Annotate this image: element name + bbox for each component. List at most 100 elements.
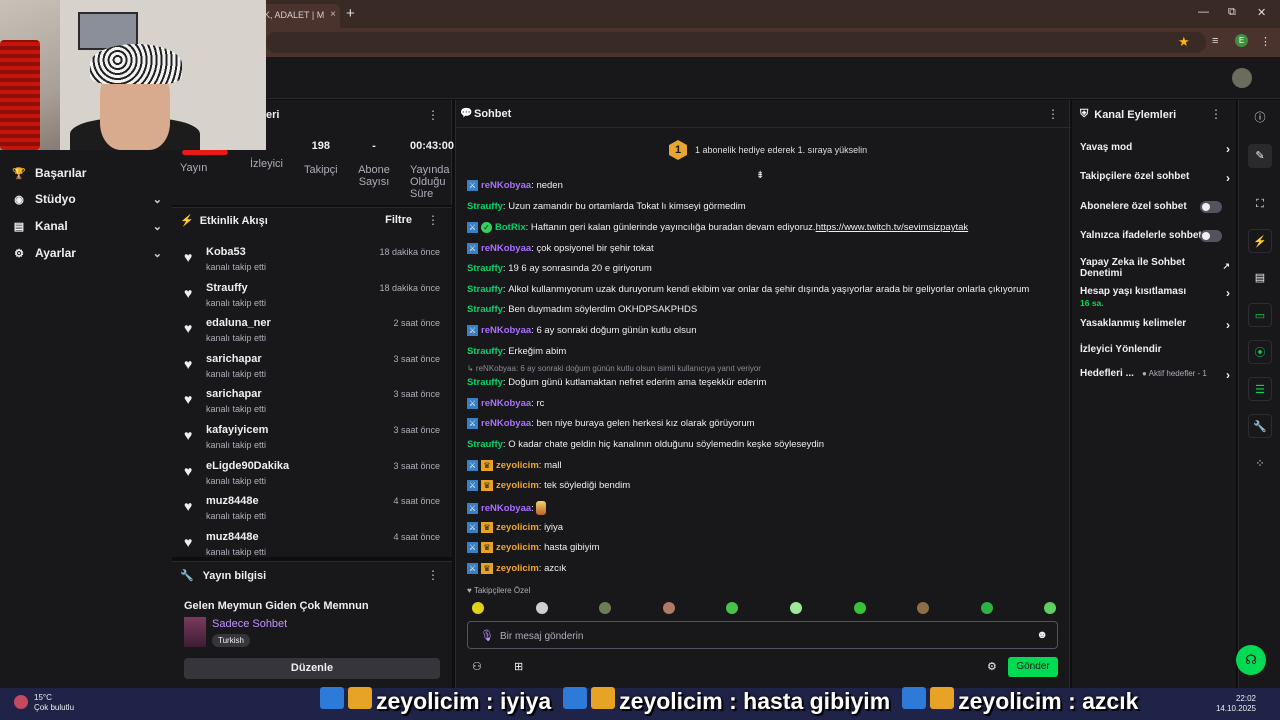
activity-menu-icon[interactable]: ⋮ [427,213,439,227]
chat-message[interactable]: ⚔ reNKobyaa: çok opsiyonel bir şehir toka… [467,243,654,254]
chat-icon[interactable]: ▭ [1248,303,1272,327]
moderator-badge-icon[interactable]: ⚔ [467,563,478,574]
chat-message[interactable]: ⚔ ✓ BotRix: Haftanın geri kalan günlerinde… [467,222,968,233]
chat-username[interactable]: Strauffy [467,346,503,357]
activity-item[interactable]: ♥ sarichapar kanalı takip etti 3 saat önce [172,384,452,420]
channel-action-item[interactable]: Abonelere özel sohbet [1080,201,1230,213]
chat-username[interactable]: reNKobyaa [481,180,531,191]
chat-username[interactable]: Strauffy [467,284,503,295]
channel-actions-menu-icon[interactable]: ⋮ [1210,107,1222,121]
close-window-button[interactable]: ✕ [1257,6,1266,19]
chat-message[interactable]: Strauffy: Erkeğim abim [467,346,566,357]
browser-menu-icon[interactable]: ⋮ [1260,35,1271,48]
chat-message[interactable]: ⚔ ♛ zeyolicim: azcık [467,563,566,574]
nav-achievements[interactable]: 🏆 Başarılar [12,160,162,186]
channel-action-item[interactable]: Yapay Zeka ile Sohbet Denetimi ↗ [1080,257,1230,279]
activity-item[interactable]: ♥ edaluna_ner kanalı takip etti 2 saat önce [172,313,452,349]
moderator-badge-icon[interactable]: ⚔ [467,398,478,409]
crown-badge-icon[interactable]: ♛ [481,480,493,491]
chat-username[interactable]: zeyolicim [496,522,539,533]
moderator-badge-icon[interactable]: ⚔ [467,522,478,533]
new-tab-button[interactable]: + [346,5,355,22]
moderator-badge-icon[interactable]: ⚔ [467,480,478,491]
moderator-badge-icon[interactable]: ⚔ [467,222,478,233]
microphone-icon[interactable]: 🎙 [480,629,494,642]
channel-action-item[interactable]: Takipçilere özel sohbet › [1080,171,1230,185]
chat-message[interactable]: Strauffy: Doğum günü kutlamaktan nefret … [467,377,766,388]
toggle-switch[interactable] [1200,230,1222,242]
emote-icon[interactable] [662,602,675,614]
crown-badge-icon[interactable]: ♛ [481,563,493,574]
info-icon[interactable]: ⓘ [1248,106,1272,130]
moderator-badge-icon[interactable]: ⚔ [467,418,478,429]
chat-settings-gear-icon[interactable]: ⚙ [987,660,997,673]
moderator-badge-icon[interactable]: ⚔ [467,542,478,553]
activity-item[interactable]: ♥ Strauffy kanalı takip etti 18 dakika önce [172,278,452,314]
channel-action-item[interactable]: Yasaklanmış kelimeler › [1080,318,1230,332]
channel-action-item[interactable]: Yalnızca ifadelerle sohbet [1080,230,1230,242]
chat-menu-icon[interactable]: ⋮ [1047,107,1059,121]
add-widget-icon[interactable]: ⁘ [1248,452,1272,476]
chat-username[interactable]: BotRix [495,222,526,233]
url-input[interactable] [266,32,1206,53]
broadcast-icon[interactable]: ⦿ [1248,340,1272,364]
chat-message[interactable]: Strauffy: O kadar chate geldin hiç kanal… [467,439,824,450]
chat-username[interactable]: Strauffy [467,377,503,388]
document-icon[interactable]: ▤ [1248,266,1272,290]
chat-username[interactable]: reNKobyaa [481,325,531,336]
moderator-badge-icon[interactable]: ⚔ [467,325,478,336]
category-link[interactable]: Sadece Sohbet [212,618,287,630]
nav-settings[interactable]: ⚙ Ayarlar ⌄ [12,240,162,266]
activity-item[interactable]: ♥ muz8448e kanalı takip etti 4 saat önce [172,527,452,563]
toggle-switch[interactable] [1200,201,1222,213]
expand-icon[interactable]: ⛶ [1248,192,1272,216]
profile-avatar[interactable]: E [1235,34,1248,47]
channel-action-item[interactable]: Yavaş mod › [1080,142,1230,156]
chat-message[interactable]: Strauffy: Alkol kullanmıyorum uzak duruy… [467,284,1029,295]
activity-item[interactable]: ♥ kafayiyicem kanalı takip etti 3 saat önce [172,420,452,456]
activity-item[interactable]: ♥ muz8448e kanalı takip etti 4 saat önce [172,491,452,527]
stats-menu-icon[interactable]: ⋮ [427,108,439,122]
bot-badge-icon[interactable]: ✓ [481,222,492,233]
filter-button[interactable]: Filtre [385,214,412,226]
bookmark-star-icon[interactable]: ★ [1178,34,1190,50]
weather-widget[interactable]: 15°C Çok bulutlu [14,693,74,713]
system-clock[interactable]: 22:02 14.10.2025 [1216,694,1256,714]
chat-username[interactable]: zeyolicim [496,563,539,574]
language-tag[interactable]: Turkish [212,634,250,647]
chat-message[interactable]: ⚔ ♛ zeyolicim: hasta gibiyim [467,542,600,553]
chat-message[interactable]: ⚔ ♛ zeyolicim: iyiya [467,522,563,533]
channel-action-item[interactable]: Hedefleri ... ● Aktif hedefler - 1 › [1080,368,1230,382]
chat-input[interactable] [500,628,1020,644]
emote-icon[interactable] [853,602,866,614]
channel-points-icon[interactable]: ⚇ [472,660,482,673]
wrench-icon[interactable]: 🔧 [1248,414,1272,438]
nav-channel[interactable]: ▤ Kanal ⌄ [12,213,162,239]
chat-message[interactable]: ⚔ ♛ zeyolicim: tek söylediği bendim [467,480,630,491]
chat-username[interactable]: reNKobyaa [481,418,531,429]
channel-action-item[interactable]: Hesap yaşı kısıtlaması 16 sa. › [1080,286,1230,308]
activity-item[interactable]: ♥ Koba53 kanalı takip etti 18 dakika önce [172,242,452,278]
chat-username[interactable]: Strauffy [467,439,503,450]
store-icon[interactable]: ⊞ [514,660,523,673]
hype-banner[interactable]: 1 1 abonelik hediye ederek 1. sıraya yük… [669,140,867,160]
chat-username[interactable]: zeyolicim [496,542,539,553]
panel-icon[interactable]: ☰ [1248,377,1272,401]
emote-icon[interactable] [535,602,548,614]
chat-message[interactable]: ⚔ ♛ zeyolicim: mall [467,460,561,471]
chat-message[interactable]: ⚔ reNKobyaa: 6 ay sonraki doğum günün kut… [467,325,696,336]
chat-message[interactable]: ⚔ reNKobyaa: rc [467,398,544,409]
chat-message[interactable]: ⚔ reNKobyaa: [467,501,547,515]
crown-badge-icon[interactable]: ♛ [481,522,493,533]
maximize-button[interactable]: ⧉ [1228,6,1236,19]
emote-icon[interactable] [790,602,802,614]
moderator-badge-icon[interactable]: ⚔ [467,243,478,254]
emote-icon[interactable] [472,602,484,614]
chat-username[interactable]: Strauffy [467,201,503,212]
stream-info-menu-icon[interactable]: ⋮ [427,568,439,582]
chat-message[interactable]: ⚔ reNKobyaa: ben niye buraya gelen herkes… [467,418,755,429]
minimize-button[interactable]: — [1198,6,1209,18]
nav-studio[interactable]: ◉ Stüdyo ⌄ [12,186,162,212]
moderator-badge-icon[interactable]: ⚔ [467,460,478,471]
channel-action-item[interactable]: İzleyici Yönlendir [1080,344,1230,355]
